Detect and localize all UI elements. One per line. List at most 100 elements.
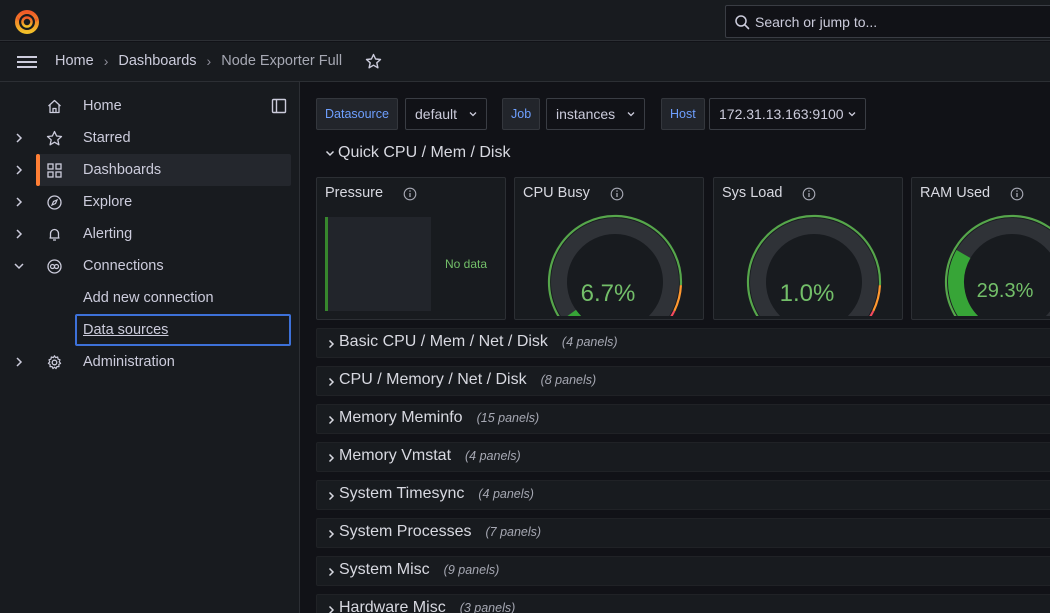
panel-cpu-busy[interactable]: CPU Busy 6.7% xyxy=(514,177,704,320)
home-icon xyxy=(48,99,61,114)
breadcrumb-current: Node Exporter Full xyxy=(221,53,343,69)
dashboard-row[interactable]: Memory Vmstat (4 panels) xyxy=(316,442,1050,472)
no-data-label: No data xyxy=(445,257,488,271)
dashboard-row[interactable]: Memory Meminfo (15 panels) xyxy=(316,404,1050,434)
chevron-down-icon xyxy=(469,112,477,117)
gear-icon xyxy=(47,355,62,370)
variable-label-job: Job xyxy=(502,98,541,130)
dashboard-row[interactable]: System Processes (7 panels) xyxy=(316,518,1050,548)
dashboard-row[interactable]: System Misc (9 panels) xyxy=(316,556,1050,586)
info-icon[interactable] xyxy=(1010,187,1024,201)
variable-label-host: Host xyxy=(661,98,705,130)
chevron-right-icon xyxy=(328,491,335,501)
row-panel-count: (4 panels) xyxy=(561,335,618,349)
chevron-down-icon xyxy=(848,112,856,117)
sidebar-item-label: Home xyxy=(83,98,122,114)
grafana-logo-icon[interactable] xyxy=(14,9,40,35)
sidebar-item-explore[interactable]: Explore xyxy=(0,186,300,218)
chevron-right-icon xyxy=(328,567,335,577)
menu-icon[interactable] xyxy=(16,54,38,70)
search-placeholder: Search or jump to... xyxy=(755,14,878,30)
dashboard-row[interactable]: Basic CPU / Mem / Net / Disk (4 panels) xyxy=(316,328,1050,358)
row-title: System Processes xyxy=(339,523,472,540)
row-title-wrap: Memory Meminfo (15 panels) xyxy=(339,409,539,427)
breadcrumb-home[interactable]: Home xyxy=(55,53,94,69)
row-panel-count: (8 panels) xyxy=(540,373,597,387)
sidebar: Home Starred Dashboards Explore Alerting… xyxy=(0,82,300,613)
chevron-down-icon[interactable] xyxy=(324,147,336,159)
info-icon[interactable] xyxy=(610,187,624,201)
variable-label-datasource: Datasource xyxy=(316,98,398,130)
sidebar-item-label: Explore xyxy=(83,194,133,210)
chevron-right-icon xyxy=(328,529,335,539)
panel-sys-load[interactable]: Sys Load 1.0% xyxy=(713,177,903,320)
sidebar-subitem-add-new-connection[interactable]: Add new connection xyxy=(83,290,214,306)
row-title: CPU / Memory / Net / Disk xyxy=(339,371,527,388)
breadcrumb-bar: Home › Dashboards › Node Exporter Full xyxy=(0,42,1050,82)
chevron-right-icon xyxy=(328,453,335,463)
variable-select-datasource[interactable]: default xyxy=(405,98,487,130)
chevron-right-icon[interactable] xyxy=(12,163,26,177)
sidebar-item-label: Alerting xyxy=(83,226,133,242)
row-title: Memory Vmstat xyxy=(339,447,452,464)
info-icon[interactable] xyxy=(802,187,816,201)
chevron-right-icon xyxy=(328,377,335,387)
row-title-wrap: System Timesync (4 panels) xyxy=(339,485,534,503)
breadcrumb-separator: › xyxy=(103,53,109,69)
star-icon[interactable] xyxy=(365,53,382,70)
sidebar-item-dashboards[interactable]: Dashboards xyxy=(0,154,300,186)
sidebar-item-starred[interactable]: Starred xyxy=(0,122,300,154)
panel-title: Pressure xyxy=(325,185,384,201)
connections-icon xyxy=(47,259,62,274)
info-icon[interactable] xyxy=(403,187,417,201)
variable-select-host[interactable]: 172.31.13.163:9100 xyxy=(709,98,866,130)
chevron-down-icon xyxy=(627,112,635,117)
dashboard-main: Datasource default Job instances Host 17… xyxy=(301,82,1050,613)
variable-select-job[interactable]: instances xyxy=(546,98,645,130)
panel-pressure[interactable]: Pressure No data xyxy=(316,177,506,320)
dashboard-row[interactable]: System Timesync (4 panels) xyxy=(316,480,1050,510)
dashboard-row[interactable]: CPU / Memory / Net / Disk (8 panels) xyxy=(316,366,1050,396)
star-icon xyxy=(46,130,63,146)
row-panel-count: (4 panels) xyxy=(478,487,534,501)
chevron-right-icon[interactable] xyxy=(12,131,26,145)
row-title: System Timesync xyxy=(339,485,465,502)
row-title-quick-cpu-mem-disk[interactable]: Quick CPU / Mem / Disk xyxy=(338,144,510,162)
gauge-value: 29.3% xyxy=(976,280,1034,302)
sidebar-item-administration[interactable]: Administration xyxy=(0,346,300,378)
panel-title: CPU Busy xyxy=(523,185,590,201)
row-panel-count: (15 panels) xyxy=(476,411,540,425)
variable-value: instances xyxy=(556,106,616,122)
apps-icon xyxy=(47,163,62,178)
chevron-right-icon[interactable] xyxy=(12,195,26,209)
search-input[interactable]: Search or jump to... xyxy=(725,5,1050,38)
top-bar: Search or jump to... xyxy=(0,0,1050,41)
dashboard-row[interactable]: Hardware Misc (3 panels) xyxy=(316,594,1050,613)
sidebar-item-alerting[interactable]: Alerting xyxy=(0,218,300,250)
row-panel-count: (7 panels) xyxy=(485,525,542,539)
chevron-right-icon[interactable] xyxy=(12,227,26,241)
row-title-wrap: CPU / Memory / Net / Disk (8 panels) xyxy=(339,371,596,389)
sidebar-item-label: Administration xyxy=(83,354,175,370)
chevron-right-icon xyxy=(328,415,335,425)
sidebar-item-connections[interactable]: Connections xyxy=(0,250,300,282)
sidebar-item-label: Connections xyxy=(83,258,164,274)
sidebar-item-home[interactable]: Home xyxy=(0,90,300,122)
pressure-bar-gauge xyxy=(325,217,431,311)
row-title: Memory Meminfo xyxy=(339,409,463,426)
chevron-down-icon[interactable] xyxy=(12,259,26,273)
variable-value: default xyxy=(415,106,458,122)
panel-title: RAM Used xyxy=(920,185,991,201)
bell-icon xyxy=(49,228,60,241)
compass-icon xyxy=(47,195,62,210)
row-panel-count: (4 panels) xyxy=(465,449,521,463)
panel-ram-used[interactable]: RAM Used 29.3% xyxy=(911,177,1050,320)
row-title-wrap: Hardware Misc (3 panels) xyxy=(339,599,515,613)
sidebar-subitem-data-sources[interactable]: Data sources xyxy=(83,322,168,338)
row-title-wrap: Memory Vmstat (4 panels) xyxy=(339,447,521,465)
breadcrumb-dashboards[interactable]: Dashboards xyxy=(118,53,196,69)
chevron-right-icon xyxy=(328,605,335,613)
chevron-right-icon[interactable] xyxy=(12,355,26,369)
breadcrumb: Home › Dashboards › Node Exporter Full xyxy=(55,53,342,69)
sidebar-item-label: Starred xyxy=(83,130,131,146)
